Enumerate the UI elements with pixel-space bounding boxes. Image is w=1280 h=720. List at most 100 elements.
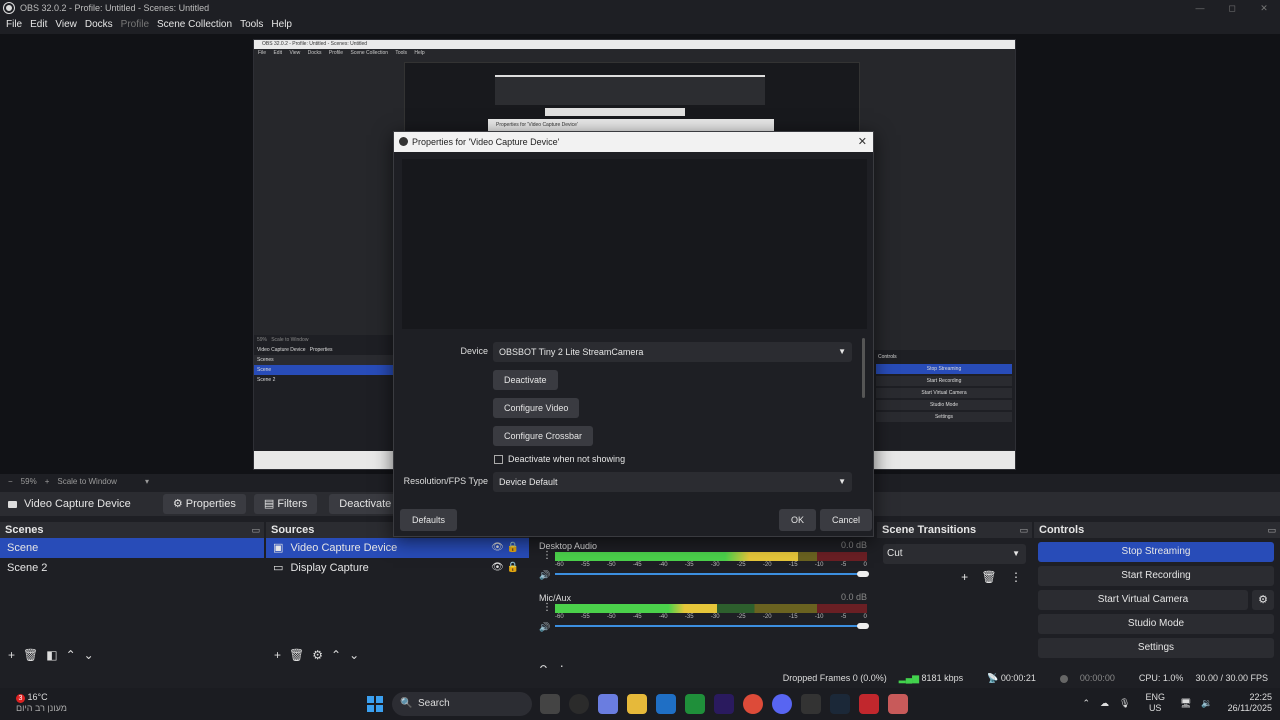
menu-file[interactable]: File <box>6 19 22 30</box>
menu-edit[interactable]: Edit <box>30 19 47 30</box>
onedrive-icon[interactable]: ☁ <box>1100 698 1109 709</box>
filter-icon[interactable]: ◧ <box>46 648 57 662</box>
properties-button[interactable]: ⚙ Properties <box>162 494 246 514</box>
nested-menu-item: Docks <box>307 50 322 56</box>
store-icon[interactable] <box>656 694 676 714</box>
resfps-select[interactable]: Device Default ▼ <box>493 472 852 492</box>
cancel-button[interactable]: Cancel <box>820 509 873 531</box>
scene-item[interactable]: Scene <box>0 538 264 558</box>
kebab-icon[interactable]: ⋮ <box>1010 570 1022 584</box>
defaults-button[interactable]: Defaults <box>400 509 458 531</box>
deactivate-when-hidden-checkbox[interactable]: Deactivate when not showing <box>494 454 625 464</box>
visibility-lock-icons[interactable]: 👁 🔒 <box>491 538 519 558</box>
configure-crossbar-button[interactable]: Configure Crossbar <box>493 426 594 446</box>
dialog-deactivate-button[interactable]: Deactivate <box>493 370 558 390</box>
task-view-icon[interactable] <box>540 694 560 714</box>
add-icon[interactable]: + <box>274 648 281 662</box>
scale-mode-dropdown-icon[interactable]: ▾ <box>145 477 149 486</box>
nested-menu-bar: File Edit View Docks Profile Scene Colle… <box>254 49 1015 58</box>
obs-active-icon[interactable] <box>888 694 908 714</box>
zoom-out-button[interactable]: − <box>8 477 13 486</box>
mic-icon[interactable]: 🎙 <box>1119 698 1130 709</box>
gear-icon[interactable]: ⚙ <box>1252 590 1274 610</box>
transitions-header: Scene Transitions ▭ <box>877 522 1032 538</box>
mixer-channel: Desktop Audio 0.0 dB ⋮ -60 -55 -50 -45 -40 -3… <box>531 536 875 588</box>
volume-icon[interactable]: 🔉 <box>1201 698 1212 709</box>
deactivate-button[interactable]: Deactivate <box>329 494 402 514</box>
volume-meter <box>555 604 867 613</box>
app-icon[interactable] <box>801 694 821 714</box>
windows-start-icon[interactable] <box>367 696 383 712</box>
app-icon[interactable] <box>859 694 879 714</box>
minimize-button[interactable]: — <box>1184 0 1216 16</box>
chevron-down-icon: ▼ <box>838 347 846 356</box>
speaker-icon[interactable]: 🔊 <box>539 622 550 633</box>
move-up-icon[interactable]: ⌃ <box>66 648 76 662</box>
configure-video-button[interactable]: Configure Video <box>493 398 580 418</box>
taskbar-clock[interactable]: 22:25 26/11/2025 <box>1228 692 1272 714</box>
menu-profile[interactable]: Profile <box>121 19 149 30</box>
trash-icon[interactable]: 🗑 <box>23 648 38 662</box>
gear-icon[interactable]: ⚙ <box>312 648 323 662</box>
chevron-up-icon[interactable]: ⌃ <box>1082 698 1090 709</box>
move-up-icon[interactable]: ⌃ <box>331 648 341 662</box>
close-button[interactable]: ✕ <box>1248 0 1280 16</box>
trash-icon[interactable]: 🗑 <box>289 648 304 662</box>
maximize-button[interactable]: ◻ <box>1216 0 1248 16</box>
device-select[interactable]: OBSBOT Tiny 2 Lite StreamCamera ▼ <box>493 342 852 362</box>
slider-knob[interactable] <box>857 571 869 577</box>
scene-item[interactable]: Scene 2 <box>0 558 264 578</box>
menu-scene-collection[interactable]: Scene Collection <box>157 19 232 30</box>
weather-widget[interactable]: 3 16°C מעונן רב היום <box>16 692 67 713</box>
speaker-icon[interactable]: 🔊 <box>539 570 550 581</box>
stop-streaming-button[interactable]: Stop Streaming <box>1038 542 1274 562</box>
dock-menu-icon[interactable]: ▭ <box>1267 522 1276 538</box>
copilot-icon[interactable] <box>598 694 618 714</box>
xbox-icon[interactable] <box>685 694 705 714</box>
checkbox-box[interactable] <box>494 454 503 464</box>
ok-button[interactable]: OK <box>779 509 817 531</box>
kebab-icon[interactable]: ⋮ <box>542 550 552 561</box>
window-titlebar: OBS 32.0.2 - Profile: Untitled - Scenes:… <box>0 0 1280 16</box>
network-icon[interactable]: 🖥 <box>1180 698 1191 709</box>
transition-select[interactable]: Cut ▼ <box>883 544 1026 564</box>
visibility-lock-icons[interactable]: 👁 🔒 <box>491 558 519 578</box>
settings-button[interactable]: Settings <box>1038 638 1274 658</box>
source-item[interactable]: ▣ Video Capture Device 👁 🔒 <box>266 538 529 558</box>
studio-mode-button[interactable]: Studio Mode <box>1038 614 1274 634</box>
scale-mode[interactable]: Scale to Window <box>57 477 117 486</box>
start-virtual-camera-button[interactable]: Start Virtual Camera <box>1038 590 1248 610</box>
close-icon[interactable]: ✕ <box>858 132 867 152</box>
premiere-icon[interactable] <box>714 694 734 714</box>
cpu-usage: CPU: 1.0% <box>1138 673 1184 683</box>
slider-knob[interactable] <box>857 623 869 629</box>
menu-view[interactable]: View <box>55 19 77 30</box>
menu-docks[interactable]: Docks <box>85 19 113 30</box>
steam-icon[interactable] <box>830 694 850 714</box>
dock-menu-icon[interactable]: ▭ <box>1019 522 1028 538</box>
dialog-scrollbar[interactable] <box>862 338 865 398</box>
audio-mixer: Desktop Audio 0.0 dB ⋮ -60 -55 -50 -45 -40 -3… <box>531 536 875 680</box>
add-icon[interactable]: + <box>961 570 968 584</box>
file-explorer-icon[interactable] <box>627 694 647 714</box>
zoom-in-button[interactable]: + <box>45 477 50 486</box>
language-indicator[interactable]: ENG US <box>1145 692 1165 714</box>
chrome-icon[interactable] <box>743 694 763 714</box>
move-down-icon[interactable]: ⌄ <box>349 648 359 662</box>
kebab-icon[interactable]: ⋮ <box>542 602 552 613</box>
start-recording-button[interactable]: Start Recording <box>1038 566 1274 586</box>
menu-tools[interactable]: Tools <box>240 19 263 30</box>
add-icon[interactable]: + <box>8 648 15 662</box>
obs-icon[interactable] <box>569 694 589 714</box>
menu-help[interactable]: Help <box>271 19 292 30</box>
discord-icon[interactable] <box>772 694 792 714</box>
source-item[interactable]: ▭ Display Capture 👁 🔒 <box>266 558 529 578</box>
volume-slider[interactable] <box>555 623 869 629</box>
trash-icon[interactable]: 🗑 <box>981 570 996 584</box>
volume-slider[interactable] <box>555 571 869 577</box>
dock-menu-icon[interactable]: ▭ <box>251 522 260 538</box>
nested-preview-inner <box>495 75 765 105</box>
taskbar-search[interactable]: 🔍 Search <box>392 692 532 716</box>
filters-button[interactable]: ▤ Filters <box>253 494 318 514</box>
move-down-icon[interactable]: ⌄ <box>84 648 94 662</box>
